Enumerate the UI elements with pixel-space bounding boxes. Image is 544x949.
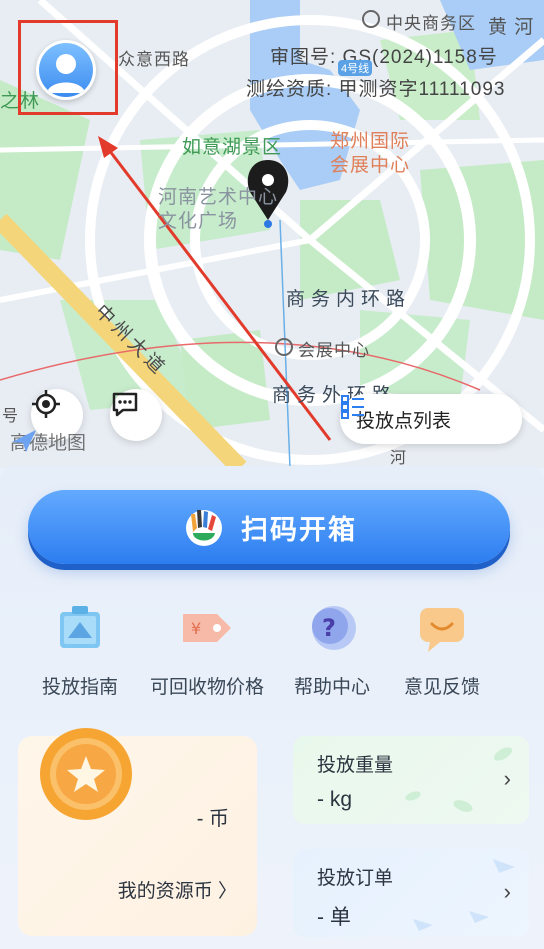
poi-icon — [275, 338, 293, 356]
svg-text:¥: ¥ — [191, 619, 201, 638]
drop-point-list-label: 投放点列表 — [356, 410, 452, 432]
map-label-cbd: 中央商务区 — [386, 14, 476, 33]
list-icon — [341, 395, 364, 419]
drop-orders-title: 投放订单 — [317, 868, 394, 889]
map-label-yellow-river: 黄 河 — [488, 17, 535, 38]
map-label-inner-ring: 商务内环路 — [286, 289, 412, 310]
feature-help-center[interactable]: ? 帮助中心 — [272, 598, 392, 699]
drop-orders-value: - 单 — [317, 906, 351, 929]
user-avatar-button[interactable] — [36, 40, 96, 100]
coin-icon — [40, 728, 132, 820]
help-icon: ? — [302, 598, 362, 658]
scan-open-label: 扫码开箱 — [241, 514, 357, 545]
locate-icon — [32, 390, 60, 418]
map-label-huizhan: 会展中心 — [298, 341, 370, 360]
map-label-expo-center: 郑州国际 会展中心 — [330, 131, 411, 176]
metro-line-badge: 4号线 — [338, 60, 373, 76]
my-resource-coin-link[interactable]: 我的资源币 〉 — [118, 876, 237, 903]
drop-weight-title: 投放重量 — [317, 755, 394, 776]
chat-icon — [112, 392, 138, 417]
svg-text:?: ? — [322, 614, 336, 642]
map-label-he: 河 — [390, 450, 408, 467]
map-survey-qualification: 测绘资质: 甲测资字11111093 — [246, 79, 506, 100]
chevron-right-icon: › — [503, 766, 511, 791]
drop-point-list-button[interactable]: 投放点列表 — [340, 394, 522, 444]
drop-weight-card[interactable]: 投放重量 - kg › — [293, 736, 529, 824]
feature-feedback[interactable]: 意见反馈 — [382, 598, 502, 699]
map-view[interactable]: 审图号: GS(2024)1158号 测绘资质: 甲测资字11111093 中央… — [0, 0, 544, 468]
map-label-hao: 号 — [2, 408, 20, 425]
drop-weight-value: - kg — [317, 788, 353, 811]
coin-balance: - 币 — [196, 808, 229, 830]
price-tag-icon: ¥ — [177, 598, 237, 658]
message-button[interactable] — [110, 389, 162, 441]
chevron-right-icon: › — [503, 879, 511, 904]
feedback-icon — [412, 598, 472, 658]
resource-coin-card: - 币 我的资源币 〉 — [18, 728, 257, 936]
amap-arrow-icon — [12, 430, 36, 452]
feature-help-center-label: 帮助中心 — [293, 677, 370, 698]
guide-icon — [50, 598, 110, 658]
feature-guide[interactable]: 投放指南 — [20, 598, 140, 699]
hand-logo-icon — [186, 510, 222, 546]
drop-orders-card[interactable]: 投放订单 - 单 › — [293, 849, 529, 937]
feature-feedback-label: 意见反馈 — [403, 677, 480, 698]
amap-logo: 高德地图 — [10, 428, 86, 455]
feature-recyclable-price-label: 可回收物价格 — [149, 677, 264, 698]
map-label-zhongyi-road: 众意西路 — [118, 50, 190, 69]
avatar-icon — [39, 43, 93, 97]
feature-recyclable-price[interactable]: ¥ 可回收物价格 — [146, 598, 268, 699]
poi-icon — [362, 10, 380, 28]
scan-open-button[interactable]: 扫码开箱 — [28, 490, 510, 564]
map-label-ruyi-lake: 如意湖景区 — [182, 137, 283, 158]
feature-guide-label: 投放指南 — [41, 677, 118, 698]
map-label-art-center: 河南艺术中心 文化广场 — [158, 187, 279, 232]
map-approval-number: 审图号: GS(2024)1158号 — [270, 47, 498, 68]
